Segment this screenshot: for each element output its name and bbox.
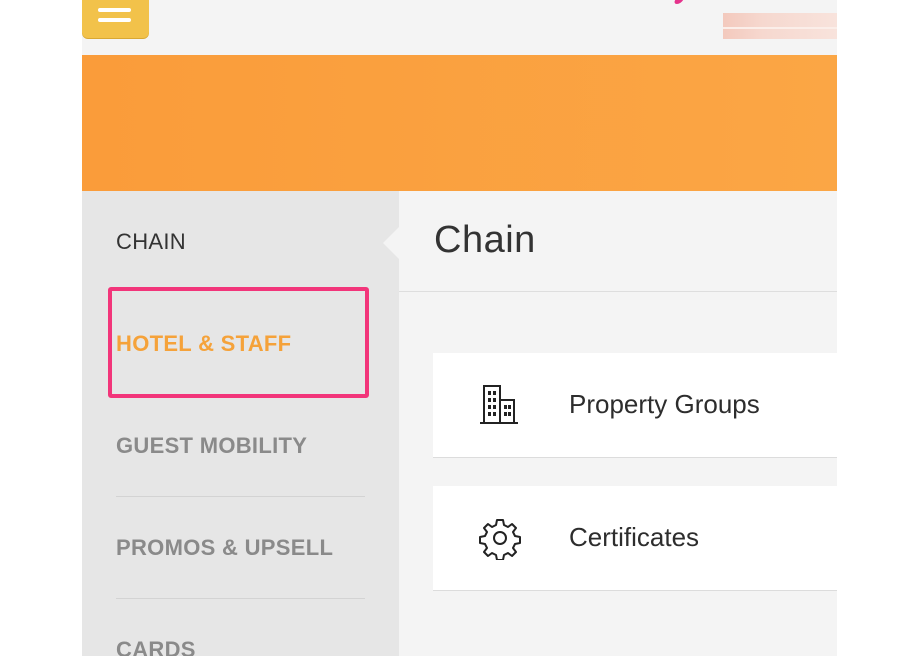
card-label: Property Groups bbox=[569, 389, 760, 419]
card-certificates[interactable]: Certificates bbox=[433, 486, 837, 591]
sidebar-item-cards[interactable]: CARDS bbox=[116, 637, 196, 656]
active-item-pointer bbox=[383, 226, 400, 260]
sidebar-item-chain[interactable]: CHAIN bbox=[116, 229, 186, 255]
annotation-highlight-box bbox=[108, 287, 369, 398]
menu-button[interactable] bbox=[82, 0, 149, 38]
main-content: Chain Property Groups Certificates bbox=[399, 191, 837, 656]
app-frame: CHAIN HOTEL & STAFF GUEST MOBILITY PROMO… bbox=[82, 0, 837, 656]
card-label: Certificates bbox=[569, 522, 700, 552]
top-bar bbox=[82, 0, 837, 55]
hero-banner bbox=[82, 55, 837, 191]
logo-fragment bbox=[672, 0, 684, 4]
user-profile-area[interactable] bbox=[723, 13, 837, 39]
card-property-groups[interactable]: Property Groups bbox=[433, 353, 837, 458]
sidebar: CHAIN HOTEL & STAFF GUEST MOBILITY PROMO… bbox=[82, 191, 399, 656]
gear-icon bbox=[478, 516, 522, 561]
title-divider bbox=[399, 291, 837, 292]
sidebar-item-guest-mobility[interactable]: GUEST MOBILITY bbox=[116, 433, 307, 459]
building-icon bbox=[478, 383, 522, 427]
page-title: Chain bbox=[434, 219, 536, 261]
sidebar-item-promos-upsell[interactable]: PROMOS & UPSELL bbox=[116, 535, 333, 561]
sidebar-divider bbox=[116, 496, 365, 497]
sidebar-divider bbox=[116, 598, 365, 599]
